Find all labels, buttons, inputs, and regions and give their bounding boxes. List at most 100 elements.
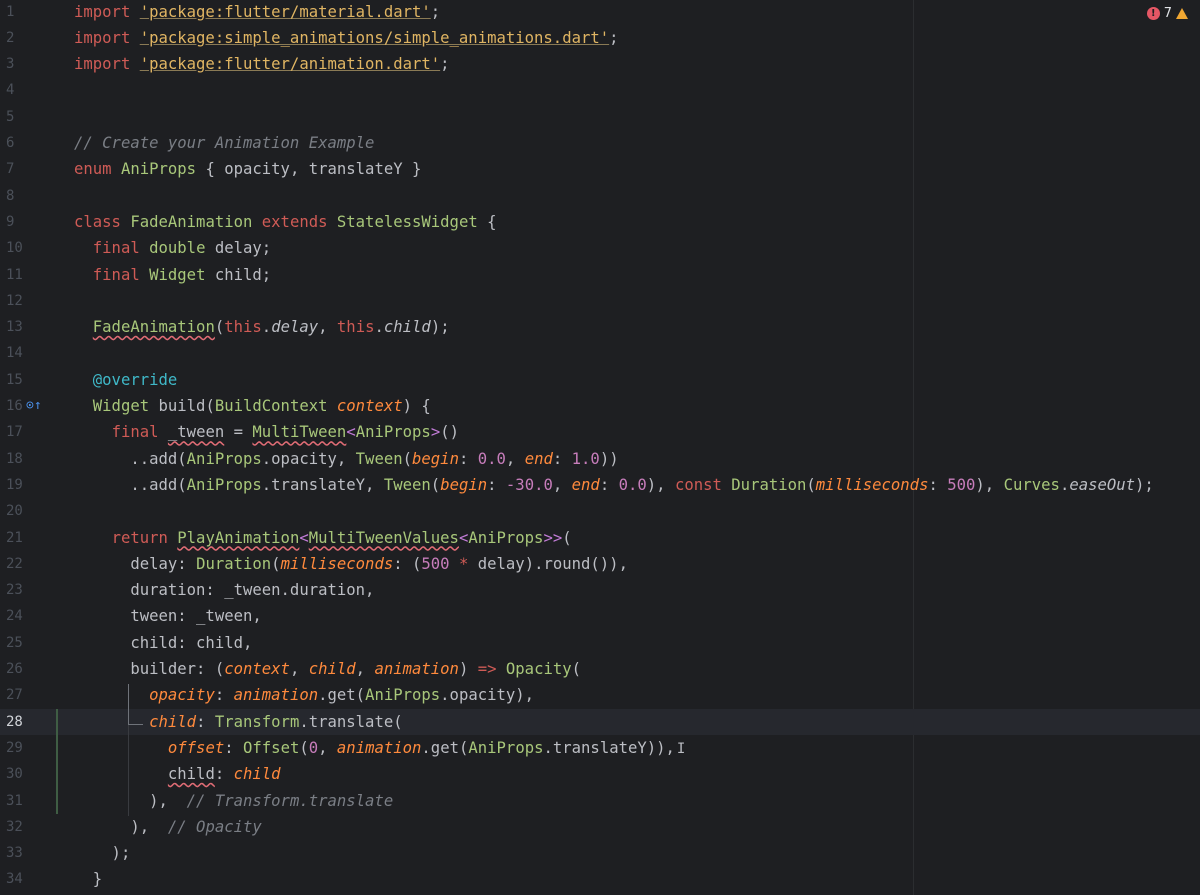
line-number: 8: [6, 187, 15, 204]
code-line[interactable]: Widget build(BuildContext context) {: [68, 393, 1200, 419]
code-line[interactable]: opacity: animation.get(AniProps.opacity)…: [68, 682, 1200, 708]
code-token: :: [599, 475, 619, 494]
line-number: 7: [6, 161, 15, 178]
code-line[interactable]: class FadeAnimation extends StatelessWid…: [68, 209, 1200, 235]
code-token: final: [92, 239, 150, 258]
code-token: child: [233, 765, 281, 784]
code-line[interactable]: tween: _tween,: [68, 603, 1200, 629]
code-area[interactable]: import 'package:flutter/material.dart'; i…: [68, 0, 1200, 895]
gutter-line[interactable]: 7: [0, 156, 68, 182]
gutter-line[interactable]: 12: [0, 288, 68, 314]
code-line[interactable]: FadeAnimation(this.delay, this.child);: [68, 314, 1200, 340]
code-token: .opacity),: [440, 686, 535, 705]
line-number: 13: [6, 319, 23, 336]
code-line-text: child: Transform.translate(: [74, 709, 403, 735]
code-line-text: opacity: animation.get(AniProps.opacity)…: [74, 682, 534, 708]
code-line[interactable]: import 'package:flutter/material.dart';: [68, 0, 1200, 25]
code-token: (: [430, 475, 441, 494]
code-line[interactable]: ..add(AniProps.opacity, Tween(begin: 0.0…: [68, 446, 1200, 472]
code-line[interactable]: final double delay;: [68, 235, 1200, 261]
code-line[interactable]: @override: [68, 367, 1200, 393]
line-number: 34: [6, 871, 23, 888]
gutter-line[interactable]: 4: [0, 77, 68, 103]
code-line[interactable]: [68, 498, 1200, 524]
code-line[interactable]: [68, 77, 1200, 103]
code-line[interactable]: return PlayAnimation<MultiTweenValues<An…: [68, 525, 1200, 551]
gutter-line[interactable]: 33: [0, 840, 68, 866]
code-token: offset: [167, 738, 225, 757]
gutter-line[interactable]: 32: [0, 814, 68, 840]
gutter-line[interactable]: 3: [0, 51, 68, 77]
code-token: class: [74, 212, 131, 231]
code-token: {: [477, 212, 497, 231]
code-token: FadeAnimation: [92, 318, 215, 337]
code-line[interactable]: child: child,: [68, 630, 1200, 656]
vcs-change-marker[interactable]: [56, 708, 58, 814]
gutter-line[interactable]: 8: [0, 183, 68, 209]
gutter-line[interactable]: 9: [0, 209, 68, 235]
code-token: Widget: [149, 265, 215, 284]
gutter-line[interactable]: 20: [0, 498, 68, 524]
code-line[interactable]: [68, 104, 1200, 130]
code-line[interactable]: ..add(AniProps.translateY, Tween(begin: …: [68, 472, 1200, 498]
code-line[interactable]: final _tween = MultiTween<AniProps>(): [68, 419, 1200, 445]
code-line[interactable]: builder: (context, child, animation) => …: [68, 656, 1200, 682]
gutter-line[interactable]: 11: [0, 262, 68, 288]
code-editor[interactable]: 1 2 3 4 5 6 7 8 9 10 11 12 13 14 15 16 ⊙↑ 17 18 19 20 21 22 23 2…: [0, 0, 1200, 895]
code-token: begin: [440, 475, 488, 494]
code-line[interactable]: final Widget child;: [68, 262, 1200, 288]
code-line[interactable]: ), // Transform.translate: [68, 788, 1200, 814]
code-token: // Transform.translate: [186, 791, 394, 810]
gutter-line[interactable]: 10: [0, 235, 68, 261]
gutter-line[interactable]: 15: [0, 367, 68, 393]
gutter-line[interactable]: 5: [0, 104, 68, 130]
code-token: final: [92, 265, 150, 284]
gutter-line[interactable]: 16 ⊙↑: [0, 393, 68, 419]
gutter-line[interactable]: 6: [0, 130, 68, 156]
line-number: 14: [6, 345, 23, 362]
code-line[interactable]: child: Transform.translate(: [68, 708, 1200, 735]
code-line[interactable]: }: [68, 866, 1200, 892]
gutter-line[interactable]: 27: [0, 682, 68, 708]
gutter-line[interactable]: 14: [0, 340, 68, 366]
code-token: (: [271, 554, 281, 573]
code-line-text: }: [74, 866, 102, 892]
gutter-line[interactable]: 17: [0, 419, 68, 445]
gutter-line[interactable]: 13: [0, 314, 68, 340]
code-line[interactable]: import 'package:simple_animations/simple…: [68, 25, 1200, 51]
code-line[interactable]: import 'package:flutter/animation.dart';: [68, 51, 1200, 77]
code-line[interactable]: );: [68, 840, 1200, 866]
code-token: import: [74, 28, 140, 47]
gutter-line[interactable]: 2: [0, 25, 68, 51]
line-number: 21: [6, 529, 23, 546]
gutter-line[interactable]: 25: [0, 630, 68, 656]
inspection-widget[interactable]: ! 7: [1146, 4, 1188, 22]
code-line[interactable]: offset: Offset(0, animation.get(AniProps…: [68, 735, 1200, 761]
gutter-line[interactable]: 1: [0, 0, 68, 25]
gutter-line[interactable]: 23: [0, 577, 68, 603]
gutter-line[interactable]: 21: [0, 525, 68, 551]
code-token: )): [599, 449, 619, 468]
gutter-line[interactable]: 22: [0, 551, 68, 577]
code-token: child: [149, 712, 197, 731]
gutter-line[interactable]: 34: [0, 866, 68, 892]
code-token: ,: [318, 318, 337, 337]
code-line[interactable]: enum AniProps { opacity, translateY }: [68, 156, 1200, 182]
gutter-line[interactable]: 24: [0, 603, 68, 629]
code-line[interactable]: child: child: [68, 761, 1200, 787]
override-gutter-icon[interactable]: ⊙↑: [26, 393, 42, 419]
line-number-gutter[interactable]: 1 2 3 4 5 6 7 8 9 10 11 12 13 14 15 16 ⊙↑ 17 18 19 20 21 22 23 2…: [0, 0, 68, 895]
code-line[interactable]: ), // Opacity: [68, 814, 1200, 840]
code-line[interactable]: [68, 183, 1200, 209]
code-line[interactable]: // Create your Animation Example: [68, 130, 1200, 156]
gutter-line[interactable]: 26: [0, 656, 68, 682]
code-line[interactable]: duration: _tween.duration,: [68, 577, 1200, 603]
gutter-line[interactable]: 19: [0, 472, 68, 498]
code-line[interactable]: [68, 340, 1200, 366]
code-token: .translateY,: [261, 475, 384, 494]
gutter-line[interactable]: 18: [0, 446, 68, 472]
code-token: <: [299, 528, 309, 547]
code-token: child: [308, 660, 356, 678]
code-line[interactable]: delay: Duration(milliseconds: (500 * del…: [68, 551, 1200, 577]
code-line[interactable]: [68, 288, 1200, 314]
